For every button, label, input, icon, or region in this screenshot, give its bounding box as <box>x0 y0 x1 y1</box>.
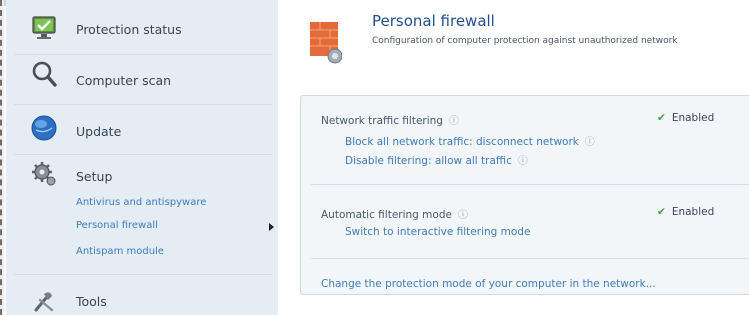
sidebar-item-computer-scan[interactable]: Computer scan <box>6 60 278 100</box>
status-badge: ✔ Enabled <box>657 206 714 218</box>
page-subtitle: Configuration of computer protection aga… <box>372 36 678 46</box>
link-text[interactable]: Block all network traffic: disconnect ne… <box>345 136 579 148</box>
auto-filtering-label-text: Automatic filtering mode <box>321 209 452 221</box>
sidebar-divider <box>14 154 272 155</box>
globe-icon <box>31 115 57 141</box>
auto-filtering-label: Automatic filtering mode ⓘ <box>321 206 468 221</box>
sidebar-subitem-personal-firewall[interactable]: Personal firewall <box>76 220 158 231</box>
status-badge: ✔ Enabled <box>657 112 714 124</box>
sidebar-divider <box>14 54 272 55</box>
sidebar-item-label: Protection status <box>76 22 182 37</box>
panel-divider <box>311 258 749 259</box>
sidebar-subitem-antispam[interactable]: Antispam module <box>76 246 164 257</box>
info-icon[interactable]: ⓘ <box>585 133 595 148</box>
status-text: Enabled <box>671 112 715 124</box>
magnifier-icon <box>32 61 57 87</box>
network-filtering-label-text: Network traffic filtering <box>321 115 443 127</box>
block-all-traffic-link[interactable]: Block all network traffic: disconnect ne… <box>345 133 595 148</box>
disable-filtering-link[interactable]: Disable filtering: allow all traffic ⓘ <box>345 152 528 167</box>
info-icon[interactable]: ⓘ <box>518 152 528 167</box>
info-icon[interactable]: ⓘ <box>449 112 459 127</box>
link-text[interactable]: Disable filtering: allow all traffic <box>345 155 512 167</box>
checkmark-icon: ✔ <box>657 112 666 124</box>
firewall-icon <box>310 22 342 64</box>
sidebar-item-update[interactable]: Update <box>6 112 278 150</box>
firewall-settings-panel: Network traffic filtering ⓘ ✔ Enabled Bloc… <box>300 95 749 295</box>
status-text: Enabled <box>671 206 715 218</box>
sidebar-item-tools[interactable]: Tools <box>6 282 278 315</box>
main-content: Personal firewall Configuration of compu… <box>278 0 749 315</box>
window-left-edge <box>0 0 4 315</box>
info-icon[interactable]: ⓘ <box>458 206 468 221</box>
switch-interactive-mode-link[interactable]: Switch to interactive filtering mode <box>345 226 530 238</box>
sidebar-item-label: Computer scan <box>76 73 172 88</box>
change-protection-mode-link[interactable]: Change the protection mode of your compu… <box>321 278 656 290</box>
monitor-check-icon <box>32 16 56 39</box>
tools-icon <box>34 292 54 312</box>
sidebar-item-label: Tools <box>76 294 107 309</box>
submenu-arrow-icon <box>269 223 274 231</box>
sidebar: Protection status Computer scan Update S… <box>6 0 278 315</box>
panel-divider <box>311 184 749 185</box>
checkmark-icon: ✔ <box>657 206 666 218</box>
sidebar-divider <box>14 274 272 275</box>
sidebar-divider <box>14 104 272 105</box>
sidebar-item-label: Setup <box>76 169 113 184</box>
gear-icon <box>32 162 56 186</box>
page-title: Personal firewall <box>372 12 495 30</box>
sidebar-item-setup[interactable]: Setup <box>6 160 278 188</box>
network-filtering-label: Network traffic filtering ⓘ <box>321 112 459 127</box>
sidebar-item-label: Update <box>76 124 122 139</box>
sidebar-subitem-antivirus[interactable]: Antivirus and antispyware <box>76 197 206 208</box>
sidebar-item-protection-status[interactable]: Protection status <box>6 14 278 50</box>
